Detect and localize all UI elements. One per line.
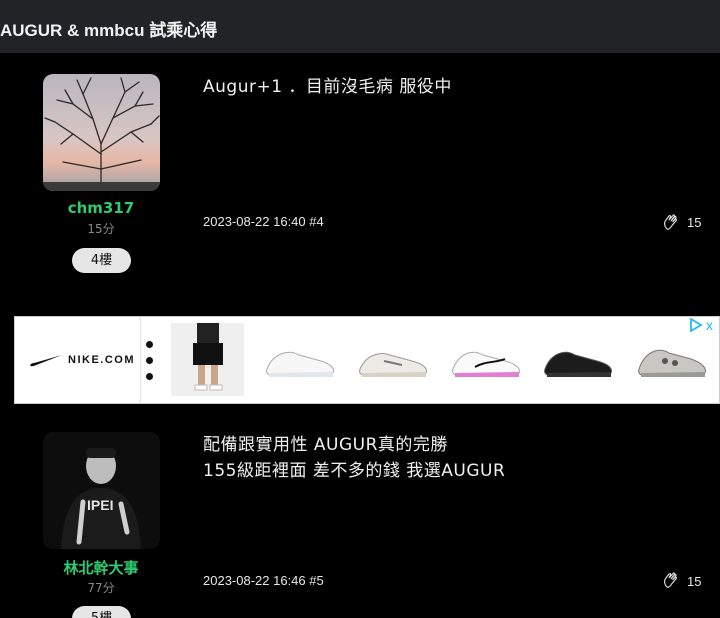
like-count: 15 xyxy=(687,215,702,230)
post-meta: 2023-08-22 16:46 #5 xyxy=(203,573,324,588)
clap-hands-icon[interactable] xyxy=(662,571,680,589)
ad-divider xyxy=(140,317,141,403)
ad-product-model[interactable] xyxy=(171,323,244,396)
user-score: 77分 xyxy=(87,581,115,595)
post-content: 配備跟實用性 AUGUR真的完勝 155級距裡面 差不多的錢 我選AUGUR xyxy=(203,432,505,484)
ad-banner[interactable]: NIKE.COM x xyxy=(14,316,720,404)
username[interactable]: chm317 xyxy=(1,199,201,217)
clap-hands-icon[interactable] xyxy=(662,213,680,231)
ad-product-sneaker[interactable] xyxy=(263,339,337,383)
ad-brand: NIKE.COM xyxy=(68,354,135,366)
nike-swoosh-icon xyxy=(30,355,62,367)
username[interactable]: 林北幹大事 xyxy=(1,557,201,578)
adchoices-icon[interactable] xyxy=(689,318,703,332)
post-content: Augur+1 ．目前沒毛病 服役中 xyxy=(203,74,452,100)
content-line: 配備跟實用性 AUGUR真的完勝 xyxy=(203,435,448,455)
ad-product-sneaker[interactable] xyxy=(356,339,430,383)
avatar[interactable] xyxy=(43,74,160,191)
ad-product-sneaker[interactable] xyxy=(449,339,523,383)
ad-product-sneaker[interactable] xyxy=(635,339,709,383)
post-meta: 2023-08-22 16:40 #4 xyxy=(203,214,324,229)
thread-title: AUGUR & mmbcu 試乘心得 xyxy=(0,21,218,40)
ad-more-icon[interactable] xyxy=(146,341,154,381)
content-line: 155級距裡面 差不多的錢 我選AUGUR xyxy=(203,461,506,481)
floor-badge[interactable]: 5樓 xyxy=(72,606,131,618)
user-score: 15分 xyxy=(87,222,115,236)
ad-logo[interactable]: NIKE.COM xyxy=(15,317,141,403)
floor-badge[interactable]: 4樓 xyxy=(72,248,131,273)
like-count: 15 xyxy=(687,574,702,589)
svg-text:IPEI: IPEI xyxy=(87,497,113,513)
ad-product-sneaker[interactable] xyxy=(541,339,615,383)
content-line: Augur+1 ．目前沒毛病 服役中 xyxy=(203,77,452,97)
ad-close-button[interactable]: x xyxy=(706,317,713,333)
avatar[interactable]: IPEI xyxy=(43,432,160,549)
topbar: AUGUR & mmbcu 試乘心得 xyxy=(0,0,720,53)
